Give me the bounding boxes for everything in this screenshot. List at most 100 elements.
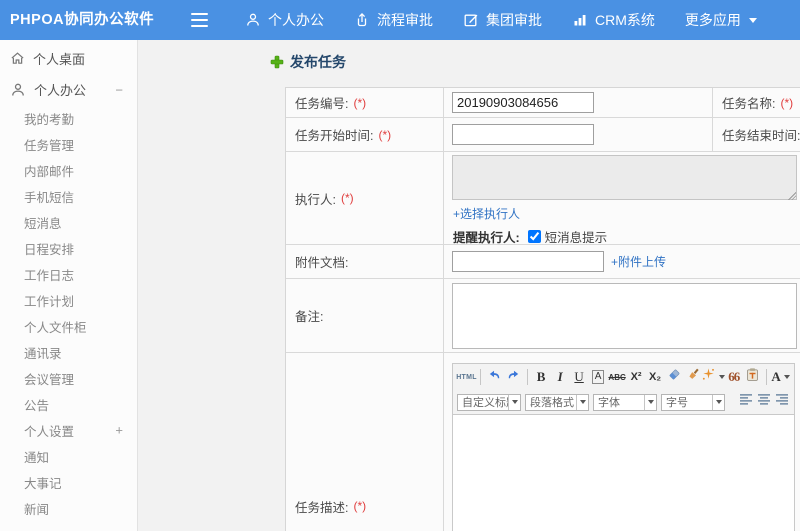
sidebar-item-personal-office[interactable]: 个人办公 − — [0, 74, 137, 105]
caret-down-icon — [576, 394, 588, 410]
align-right-button[interactable] — [775, 393, 789, 411]
sidebar-item-announcement[interactable]: 公告 — [0, 391, 137, 417]
sidebar-item-big-events[interactable]: 大事记 — [0, 469, 137, 495]
resize-grip-icon[interactable] — [788, 192, 796, 200]
source-code-button[interactable]: HTML — [456, 367, 476, 387]
start-time-input[interactable] — [452, 124, 594, 145]
sidebar-item-my-attendance[interactable]: 我的考勤 — [0, 105, 137, 131]
paragraph-format-select[interactable]: 段落格式 — [525, 393, 589, 411]
font-size-select[interactable]: 字号 — [661, 393, 725, 411]
sms-remind-checkbox-label: 短消息提示 — [544, 231, 608, 245]
align-left-button[interactable] — [739, 393, 753, 411]
sidebar-item-label: 个人办公 — [34, 83, 87, 98]
format-painter-button[interactable] — [685, 367, 701, 387]
sidebar-item-label: 任务管理 — [24, 138, 75, 153]
sidebar-item-short-message[interactable]: 短消息 — [0, 209, 137, 235]
sidebar-item-meeting-management[interactable]: 会议管理 — [0, 365, 137, 391]
sidebar-item-task-management[interactable]: 任务管理 — [0, 131, 137, 157]
sidebar-item-label: 工作计划 — [24, 294, 75, 309]
sidebar-item-news[interactable]: 新闻 — [0, 495, 137, 521]
sidebar-item-mobile-sms[interactable]: 手机短信 — [0, 183, 137, 209]
end-time-label: 任务结束时间:(*) — [712, 118, 800, 151]
align-center-icon — [757, 393, 771, 411]
edit-square-icon — [463, 12, 479, 28]
sidebar-item-label: 手机短信 — [24, 190, 75, 205]
sidebar-item-label: 日程安排 — [24, 242, 75, 257]
undo-icon — [487, 367, 502, 387]
menu-toggle-icon[interactable] — [191, 13, 208, 27]
blockquote-button[interactable]: 66 — [726, 367, 742, 387]
attachment-input[interactable] — [452, 251, 604, 272]
redo-button[interactable] — [505, 367, 521, 387]
sidebar-item-label: 我的考勤 — [24, 112, 75, 127]
nav-item-personal-office[interactable]: 个人办公 — [230, 0, 339, 40]
sidebar-item-work-plan[interactable]: 工作计划 — [0, 287, 137, 313]
sidebar-item-work-log[interactable]: 工作日志 — [0, 261, 137, 287]
align-justify-button[interactable] — [793, 393, 794, 411]
align-center-button[interactable] — [757, 393, 771, 411]
sidebar-item-schedule[interactable]: 日程安排 — [0, 235, 137, 261]
toolbar-separator — [766, 369, 768, 385]
task-no-label: 任务编号: (*) — [286, 88, 444, 117]
attachment-upload-link[interactable]: +附件上传 — [611, 253, 666, 270]
nav-item-label: 集团审批 — [486, 12, 542, 28]
attachment-label: 附件文档: — [286, 245, 444, 278]
sidebar-item-contacts[interactable]: 通讯录 — [0, 339, 137, 365]
expand-toggle-icon[interactable]: + — [115, 423, 123, 438]
font-family-select[interactable]: 字体 — [593, 393, 657, 411]
undo-button[interactable] — [486, 367, 502, 387]
caret-down-icon — [748, 16, 758, 24]
font-color-button[interactable]: A — [771, 367, 790, 387]
editor-content-area[interactable] — [453, 415, 794, 531]
remove-format-button[interactable] — [666, 367, 682, 387]
editor-toolbar-row1: HTML B I U A ABC X² X₂ 66 A — [453, 364, 794, 390]
align-justify-icon — [793, 393, 794, 411]
remind-executor-label: 提醒执行人: — [453, 231, 520, 245]
form-row-task-no: 任务编号:(*) 任务名称:(*) — [286, 88, 800, 118]
custom-title-select[interactable]: 自定义标题 — [457, 393, 521, 411]
rich-text-editor: HTMLBIUAABCX²X₂66A 自定义标题段落格式字体字号 — [452, 363, 795, 531]
form-row-start-time: 任务开始时间:(*) 任务结束时间:(*) — [286, 118, 800, 152]
caret-down-icon — [783, 375, 790, 379]
nav-item-more-apps[interactable]: 更多应用 — [670, 0, 773, 40]
underline-button[interactable]: U — [571, 367, 587, 387]
paste-text-button[interactable] — [745, 367, 761, 387]
nav-item-crm-system[interactable]: CRM系统 — [557, 0, 670, 40]
sms-remind-checkbox[interactable] — [527, 230, 541, 243]
subscript-button[interactable]: X₂ — [647, 367, 663, 387]
sidebar-item-label: 短消息 — [24, 216, 62, 231]
editor-toolbar-row2: 自定义标题段落格式字体字号 — [453, 390, 794, 415]
redo-icon — [506, 367, 521, 387]
effects-button[interactable] — [701, 367, 726, 387]
sidebar-item-personal-desktop[interactable]: 个人桌面 — [0, 43, 137, 74]
font-style-button[interactable]: A — [590, 367, 606, 387]
collapse-toggle-icon[interactable]: − — [115, 82, 123, 97]
sidebar-item-label: 工作日志 — [24, 268, 75, 283]
toolbar-separator — [526, 369, 528, 385]
workflow-icon — [354, 12, 370, 28]
sidebar: 个人桌面个人办公 − 我的考勤任务管理内部邮件手机短信短消息日程安排工作日志工作计划… — [0, 40, 138, 531]
italic-button[interactable]: I — [552, 367, 568, 387]
page-title: 发布任务 — [270, 52, 346, 72]
wand-icon — [701, 367, 716, 387]
select-executor-link[interactable]: +选择执行人 — [453, 207, 520, 221]
sidebar-item-personal-settings[interactable]: 个人设置 + — [0, 417, 137, 443]
sidebar-item-notice[interactable]: 通知 — [0, 443, 137, 469]
sidebar-item-label: 个人设置 — [24, 424, 75, 439]
sidebar-item-personal-files[interactable]: 个人文件柜 — [0, 313, 137, 339]
bold-button[interactable]: B — [533, 367, 549, 387]
nav-item-group-approval[interactable]: 集团审批 — [448, 0, 557, 40]
remark-textarea[interactable] — [452, 283, 797, 349]
nav-item-workflow-approval[interactable]: 流程审批 — [339, 0, 448, 40]
form-row-description: 任务描述:(*) HTMLBIUAABCX²X₂66A 自定义标题段落格式字体字… — [286, 353, 800, 531]
superscript-button[interactable]: X² — [628, 367, 644, 387]
publish-task-form: 任务编号:(*) 任务名称:(*) 任务开始时间:(*) 任务结束时间:(*) — [285, 87, 800, 531]
toolbar-separator — [480, 369, 481, 385]
user-icon — [10, 82, 26, 98]
nav-item-label: CRM系统 — [595, 12, 655, 28]
task-no-input[interactable] — [452, 92, 594, 113]
executor-textarea[interactable] — [452, 155, 797, 200]
form-row-remark: 备注: — [286, 279, 800, 353]
sidebar-item-internal-mail[interactable]: 内部邮件 — [0, 157, 137, 183]
strikethrough-button[interactable]: ABC — [608, 367, 625, 387]
